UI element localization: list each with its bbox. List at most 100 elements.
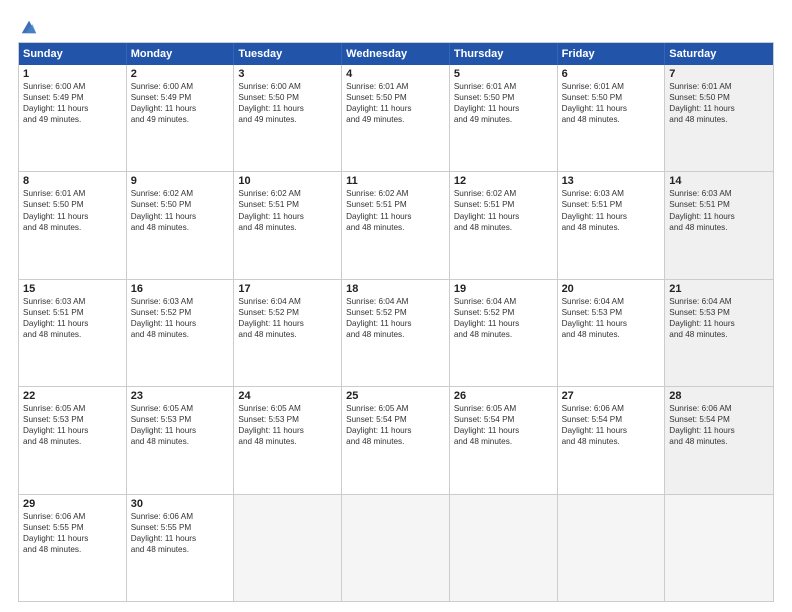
calendar-day-22: 22Sunrise: 6:05 AMSunset: 5:53 PMDayligh… [19, 387, 127, 493]
calendar-day-9: 9Sunrise: 6:02 AMSunset: 5:50 PMDaylight… [127, 172, 235, 278]
cell-text: Daylight: 11 hours [346, 425, 445, 436]
cell-text: Daylight: 11 hours [454, 103, 553, 114]
calendar-day-10: 10Sunrise: 6:02 AMSunset: 5:51 PMDayligh… [234, 172, 342, 278]
cell-text: and 49 minutes. [454, 114, 553, 125]
calendar-day-2: 2Sunrise: 6:00 AMSunset: 5:49 PMDaylight… [127, 65, 235, 171]
day-number: 28 [669, 390, 769, 402]
day-number: 2 [131, 68, 230, 80]
day-number: 12 [454, 175, 553, 187]
cell-text: Sunset: 5:51 PM [23, 307, 122, 318]
day-number: 1 [23, 68, 122, 80]
cell-text: Sunrise: 6:04 AM [454, 296, 553, 307]
cell-text: and 49 minutes. [131, 114, 230, 125]
calendar-day-19: 19Sunrise: 6:04 AMSunset: 5:52 PMDayligh… [450, 280, 558, 386]
cell-text: and 48 minutes. [238, 329, 337, 340]
calendar-day-20: 20Sunrise: 6:04 AMSunset: 5:53 PMDayligh… [558, 280, 666, 386]
cell-text: Sunrise: 6:06 AM [23, 511, 122, 522]
calendar-day-27: 27Sunrise: 6:06 AMSunset: 5:54 PMDayligh… [558, 387, 666, 493]
cell-text: and 48 minutes. [669, 436, 769, 447]
page: SundayMondayTuesdayWednesdayThursdayFrid… [0, 0, 792, 612]
cell-text: Daylight: 11 hours [131, 318, 230, 329]
cell-text: Sunrise: 6:00 AM [131, 81, 230, 92]
cell-text: and 48 minutes. [346, 329, 445, 340]
cell-text: Sunrise: 6:04 AM [346, 296, 445, 307]
calendar-day-30: 30Sunrise: 6:06 AMSunset: 5:55 PMDayligh… [127, 495, 235, 601]
day-number: 26 [454, 390, 553, 402]
cell-text: Daylight: 11 hours [238, 425, 337, 436]
empty-cell [234, 495, 342, 601]
cell-text: and 48 minutes. [562, 222, 661, 233]
day-number: 17 [238, 283, 337, 295]
cell-text: Sunset: 5:51 PM [454, 199, 553, 210]
calendar-day-18: 18Sunrise: 6:04 AMSunset: 5:52 PMDayligh… [342, 280, 450, 386]
cell-text: Sunset: 5:50 PM [346, 92, 445, 103]
cell-text: Daylight: 11 hours [454, 318, 553, 329]
cell-text: Sunrise: 6:02 AM [131, 188, 230, 199]
cell-text: and 48 minutes. [23, 544, 122, 555]
cell-text: and 48 minutes. [131, 436, 230, 447]
cell-text: Sunrise: 6:03 AM [562, 188, 661, 199]
calendar-body: 1 Sunrise: 6:00 AM Sunset: 5:49 PM Daylight… [19, 65, 773, 601]
calendar-day-29: 29Sunrise: 6:06 AMSunset: 5:55 PMDayligh… [19, 495, 127, 601]
day-number: 29 [23, 498, 122, 510]
calendar-week-5: 29Sunrise: 6:06 AMSunset: 5:55 PMDayligh… [19, 494, 773, 601]
calendar-day-25: 25Sunrise: 6:05 AMSunset: 5:54 PMDayligh… [342, 387, 450, 493]
cell-text: and 48 minutes. [562, 436, 661, 447]
cell-text: Daylight: 11 hours [23, 211, 122, 222]
cell-text: Daylight: 11 hours [23, 425, 122, 436]
cell-text: Sunrise: 6:06 AM [562, 403, 661, 414]
cell-text: and 48 minutes. [669, 222, 769, 233]
cell-text: and 48 minutes. [346, 222, 445, 233]
day-number: 13 [562, 175, 661, 187]
day-number: 21 [669, 283, 769, 295]
cell-text: Sunrise: 6:03 AM [669, 188, 769, 199]
cell-text: Sunset: 5:54 PM [346, 414, 445, 425]
cell-text: and 48 minutes. [562, 114, 661, 125]
cell-text: Sunrise: 6:01 AM [562, 81, 661, 92]
cell-text: Sunset: 5:54 PM [562, 414, 661, 425]
calendar-week-1: 1 Sunrise: 6:00 AM Sunset: 5:49 PM Daylight… [19, 65, 773, 171]
cell-text: Sunrise: 6:04 AM [669, 296, 769, 307]
day-number: 4 [346, 68, 445, 80]
cell-text: Daylight: 11 hours [131, 211, 230, 222]
cell-text: Sunrise: 6:02 AM [238, 188, 337, 199]
empty-cell [342, 495, 450, 601]
calendar-day-4: 4Sunrise: 6:01 AMSunset: 5:50 PMDaylight… [342, 65, 450, 171]
cell-text: Sunrise: 6:02 AM [454, 188, 553, 199]
cell-text: Daylight: 11 hours [454, 425, 553, 436]
calendar-day-26: 26Sunrise: 6:05 AMSunset: 5:54 PMDayligh… [450, 387, 558, 493]
day-number: 27 [562, 390, 661, 402]
cell-text: Sunrise: 6:01 AM [23, 188, 122, 199]
cell-text: Sunrise: 6:03 AM [23, 296, 122, 307]
calendar-day-11: 11Sunrise: 6:02 AMSunset: 5:51 PMDayligh… [342, 172, 450, 278]
calendar-week-2: 8Sunrise: 6:01 AMSunset: 5:50 PMDaylight… [19, 171, 773, 278]
day-number: 30 [131, 498, 230, 510]
header-day-thursday: Thursday [450, 43, 558, 65]
cell-text: Sunrise: 6:06 AM [131, 511, 230, 522]
cell-text: Daylight: 11 hours [238, 318, 337, 329]
cell-text: Sunrise: 6:03 AM [131, 296, 230, 307]
cell-text: and 48 minutes. [238, 436, 337, 447]
cell-text: Sunset: 5:53 PM [238, 414, 337, 425]
cell-text: and 48 minutes. [238, 222, 337, 233]
calendar-day-17: 17Sunrise: 6:04 AMSunset: 5:52 PMDayligh… [234, 280, 342, 386]
cell-text: Daylight: 11 hours [238, 211, 337, 222]
day-number: 24 [238, 390, 337, 402]
cell-text: Sunset: 5:49 PM [23, 92, 122, 103]
cell-text: Daylight: 11 hours [669, 103, 769, 114]
cell-text: and 48 minutes. [131, 544, 230, 555]
calendar-week-4: 22Sunrise: 6:05 AMSunset: 5:53 PMDayligh… [19, 386, 773, 493]
cell-text: and 48 minutes. [346, 436, 445, 447]
cell-text: and 48 minutes. [669, 329, 769, 340]
cell-text: Sunset: 5:55 PM [131, 522, 230, 533]
cell-text: Daylight: 11 hours [23, 318, 122, 329]
calendar-day-8: 8Sunrise: 6:01 AMSunset: 5:50 PMDaylight… [19, 172, 127, 278]
cell-text: Sunrise: 6:05 AM [238, 403, 337, 414]
cell-text: Sunset: 5:54 PM [454, 414, 553, 425]
cell-text: and 48 minutes. [131, 329, 230, 340]
cell-text: Daylight: 11 hours [238, 103, 337, 114]
cell-text: and 48 minutes. [454, 329, 553, 340]
cell-text: Sunset: 5:52 PM [131, 307, 230, 318]
day-number: 5 [454, 68, 553, 80]
cell-text: Sunrise: 6:06 AM [669, 403, 769, 414]
